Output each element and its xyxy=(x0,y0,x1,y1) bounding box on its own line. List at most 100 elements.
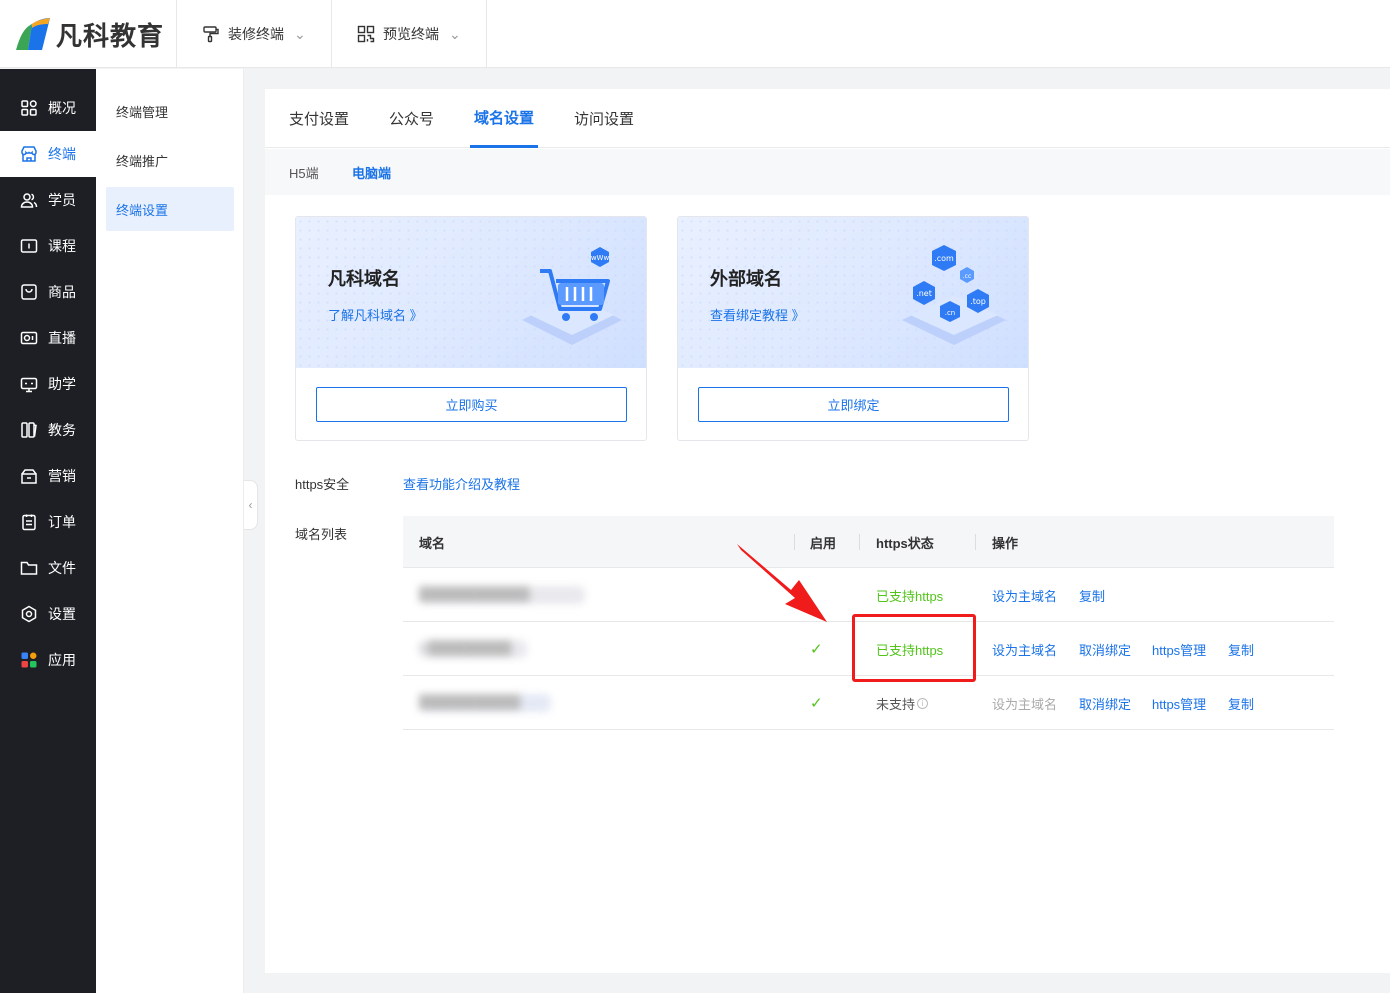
qrcode-icon xyxy=(357,25,375,43)
store-icon xyxy=(21,146,37,162)
copy-link[interactable]: 复制 xyxy=(1079,568,1105,622)
sidebar-item-apps[interactable]: 应用 xyxy=(0,637,96,683)
secondary-sidebar: 终端管理 终端推广 终端设置 xyxy=(96,69,244,993)
view-binding-tutorial-link[interactable]: 查看绑定教程 》 xyxy=(710,305,805,324)
divider xyxy=(859,534,860,550)
unbind-link[interactable]: 取消绑定 xyxy=(1079,676,1131,730)
copy-link[interactable]: 复制 xyxy=(1228,622,1254,676)
domain-cell: ███████████ xyxy=(419,676,551,730)
live-icon xyxy=(20,331,38,345)
decorate-terminal-menu[interactable]: 装修终端 ⌄ xyxy=(202,0,306,68)
platform-subtabs: H5端 电脑端 xyxy=(265,149,1390,195)
set-primary-domain-link[interactable]: 设为主域名 xyxy=(992,622,1057,676)
subtab-pc[interactable]: 电脑端 xyxy=(352,149,391,195)
sidebar-item-settings[interactable]: 设置 xyxy=(0,591,96,637)
external-domain-card: 外部域名 查看绑定教程 》 .com .cc .net .top .cn 立即绑… xyxy=(677,216,1029,441)
https-status-text: 已支持https xyxy=(876,642,944,658)
https-status-cell: 未支持 i xyxy=(876,676,929,730)
sidebar-item-label: 课程 xyxy=(48,238,76,254)
table-row: ████████████ 已支持https 设为主域名 复制 xyxy=(403,568,1334,622)
sidebar-item-assist[interactable]: 助学 xyxy=(0,361,96,407)
learn-fanke-domain-link[interactable]: 了解凡科域名 》 xyxy=(328,305,423,324)
tab-payment-settings[interactable]: 支付设置 xyxy=(289,89,349,148)
https-manage-link[interactable]: https管理 xyxy=(1152,622,1206,676)
users-icon xyxy=(20,193,38,208)
copy-link[interactable]: 复制 xyxy=(1228,676,1254,730)
buy-now-button[interactable]: 立即购买 xyxy=(316,387,627,422)
subnav-item-terminal-settings[interactable]: 终端设置 xyxy=(106,187,234,231)
https-manage-link[interactable]: https管理 xyxy=(1152,676,1206,730)
svg-text:wWw: wWw xyxy=(591,254,610,262)
subtab-h5[interactable]: H5端 xyxy=(289,149,319,195)
book-icon xyxy=(21,422,37,438)
sidebar-item-live[interactable]: 直播 xyxy=(0,315,96,361)
info-icon[interactable]: i xyxy=(917,697,929,709)
sidebar-item-courses[interactable]: 课程 xyxy=(0,223,96,269)
fanke-domain-card: 凡科域名 了解凡科域名 》 wWw 立即购买 xyxy=(295,216,647,441)
sidebar-item-label: 订单 xyxy=(48,514,76,530)
divider xyxy=(794,534,795,550)
subnav-item-terminal-management[interactable]: 终端管理 xyxy=(106,89,234,133)
sidebar-item-label: 终端 xyxy=(48,146,76,162)
sidebar-item-marketing[interactable]: 营销 xyxy=(0,453,96,499)
sidebar-item-terminal[interactable]: 终端 xyxy=(0,131,96,177)
divider xyxy=(975,534,976,550)
svg-text:.com: .com xyxy=(934,254,954,263)
main-sidebar: 概况 终端 学员 课程 商品 直播 助学 教务 营销 订单 文件 设置 应用 xyxy=(0,69,96,993)
preview-terminal-menu[interactable]: 预览终端 ⌄ xyxy=(357,0,461,68)
order-icon xyxy=(22,514,36,531)
svg-text:.top: .top xyxy=(970,297,986,306)
domain-value: w█████████ xyxy=(419,640,527,658)
sidebar-item-overview[interactable]: 概况 xyxy=(0,85,96,131)
divider xyxy=(331,0,332,68)
unbind-link[interactable]: 取消绑定 xyxy=(1079,622,1131,676)
bind-now-button[interactable]: 立即绑定 xyxy=(698,387,1009,422)
chevron-left-icon: ‹ xyxy=(248,498,253,512)
settings-tabs: 支付设置 公众号 域名设置 访问设置 xyxy=(265,89,1390,148)
tab-domain-settings[interactable]: 域名设置 xyxy=(470,89,539,148)
subnav-item-terminal-promotion[interactable]: 终端推广 xyxy=(106,138,234,182)
brand-name: 凡科教育 xyxy=(56,20,165,51)
brand-logo[interactable]: 凡科教育 xyxy=(14,14,164,54)
sidebar-item-label: 文件 xyxy=(48,560,76,576)
set-primary-domain-link[interactable]: 设为主域名 xyxy=(992,568,1057,622)
main-panel: 支付设置 公众号 域名设置 访问设置 H5端 电脑端 凡科域名 了解凡科域名 》… xyxy=(265,89,1390,973)
course-icon xyxy=(20,239,38,253)
sidebar-item-label: 设置 xyxy=(48,606,76,622)
enabled-check-icon: ✓ xyxy=(810,695,823,712)
sidebar-item-label: 直播 xyxy=(48,330,76,346)
https-security-label: https安全 xyxy=(295,477,350,492)
folder-icon xyxy=(20,561,38,575)
sidebar-item-goods[interactable]: 商品 xyxy=(0,269,96,315)
enabled-check-icon: ✓ xyxy=(810,641,823,658)
marketing-icon xyxy=(21,469,37,484)
top-bar: 凡科教育 装修终端 ⌄ 预览终端 ⌄ xyxy=(0,0,1390,68)
sidebar-item-label: 概况 xyxy=(48,100,76,116)
goods-icon xyxy=(21,284,37,300)
card-title: 凡科域名 xyxy=(328,269,400,289)
table-header: 域名 启用 https状态 操作 xyxy=(403,516,1334,568)
decorate-terminal-label: 装修终端 xyxy=(228,26,284,42)
sidebar-item-files[interactable]: 文件 xyxy=(0,545,96,591)
svg-text:.cn: .cn xyxy=(945,309,956,317)
set-primary-domain-link-disabled: 设为主域名 xyxy=(992,696,1058,712)
sidebar-item-students[interactable]: 学员 xyxy=(0,177,96,223)
domain-value: ████████████ xyxy=(419,586,585,604)
https-status-text: 已支持https xyxy=(876,588,944,604)
sidebar-item-label: 应用 xyxy=(48,652,76,668)
column-header-domain: 域名 xyxy=(419,535,446,551)
domain-value: ███████████ xyxy=(419,694,551,712)
divider xyxy=(176,0,177,68)
https-tutorial-link[interactable]: 查看功能介绍及教程 xyxy=(403,474,520,493)
sidebar-item-academic[interactable]: 教务 xyxy=(0,407,96,453)
tab-access-settings[interactable]: 访问设置 xyxy=(574,89,634,148)
chevron-down-icon: ⌄ xyxy=(449,25,461,42)
tab-official-account[interactable]: 公众号 xyxy=(389,89,434,148)
sidebar-item-orders[interactable]: 订单 xyxy=(0,499,96,545)
shopping-cart-illustration-icon: wWw xyxy=(522,247,622,345)
divider xyxy=(486,0,487,68)
apps-icon xyxy=(21,652,37,668)
table-row: ███████████ ✓ 未支持 i 设为主域名 取消绑定 https管理 复… xyxy=(403,676,1334,730)
assist-icon xyxy=(20,377,38,393)
collapse-sidebar-button[interactable]: ‹ xyxy=(244,480,258,530)
